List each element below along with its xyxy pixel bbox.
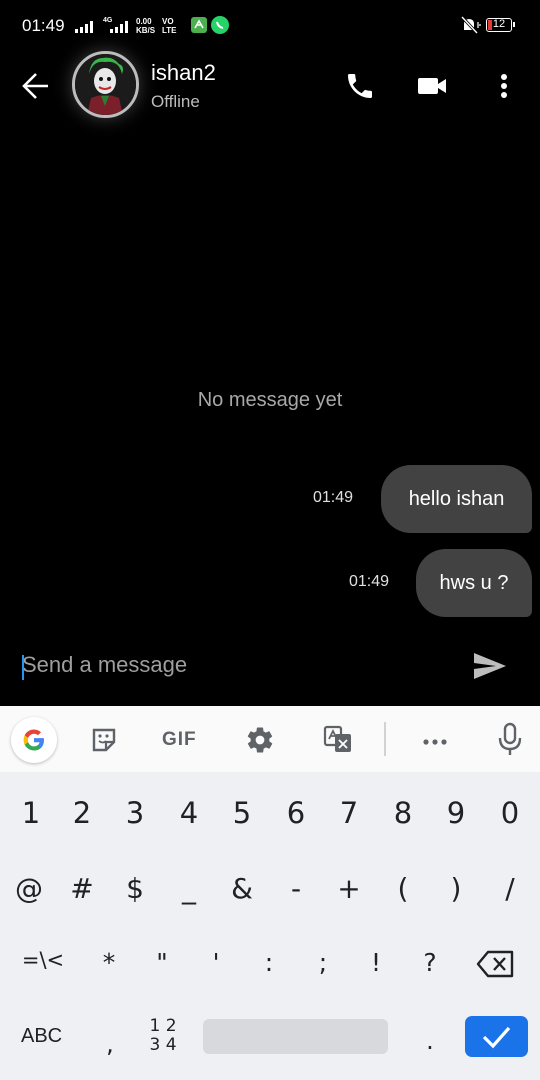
- key[interactable]: 7: [329, 796, 369, 830]
- message-text: hws u ?: [439, 571, 509, 594]
- signal-icon: [75, 20, 93, 33]
- numpad-key-top: 1 2: [149, 1016, 177, 1036]
- key[interactable]: :: [249, 948, 289, 977]
- data-speed-unit: KB/S: [136, 26, 156, 35]
- settings-gear-icon[interactable]: [245, 725, 275, 755]
- key[interactable]: *: [89, 948, 129, 977]
- key[interactable]: ): [436, 872, 476, 905]
- contact-name: ishan2: [151, 60, 216, 85]
- numpad-key-bottom: 3 4: [149, 1035, 177, 1055]
- gif-button[interactable]: GIF: [162, 729, 197, 751]
- check-icon: [482, 1026, 511, 1049]
- video-call-icon[interactable]: [415, 70, 449, 102]
- google-icon[interactable]: [11, 717, 57, 763]
- message-time: 01:49: [349, 573, 390, 590]
- message-time: 01:49: [313, 489, 354, 506]
- period-key[interactable]: .: [418, 1027, 442, 1055]
- key[interactable]: (: [383, 872, 423, 905]
- key[interactable]: #: [62, 872, 102, 905]
- toolbar-divider: [384, 722, 386, 756]
- backspace-icon[interactable]: [476, 949, 516, 979]
- phone-icon[interactable]: [344, 70, 376, 102]
- enter-key[interactable]: [465, 1016, 528, 1057]
- back-arrow-icon[interactable]: [20, 70, 52, 102]
- key[interactable]: !: [356, 948, 396, 977]
- volte-top: VO: [162, 17, 174, 26]
- battery-level: 12: [492, 18, 506, 30]
- key[interactable]: 4: [169, 796, 209, 830]
- message-input[interactable]: Send a message: [22, 652, 187, 678]
- key[interactable]: ;: [303, 948, 343, 977]
- key[interactable]: 9: [436, 796, 476, 830]
- app-notification-icon: [191, 17, 207, 33]
- signal-4g-icon: [110, 20, 128, 33]
- text-caret: [22, 655, 24, 680]
- key[interactable]: =\<: [18, 948, 68, 972]
- key[interactable]: _: [169, 872, 209, 905]
- key[interactable]: 8: [383, 796, 423, 830]
- key[interactable]: ': [196, 948, 236, 977]
- comma-key[interactable]: ,: [98, 1030, 122, 1058]
- key[interactable]: 1: [11, 796, 51, 830]
- translate-icon[interactable]: [323, 724, 353, 754]
- more-horiz-icon[interactable]: [421, 734, 449, 745]
- key[interactable]: $: [115, 872, 155, 905]
- key[interactable]: &: [222, 872, 262, 905]
- sticker-icon[interactable]: [90, 726, 118, 754]
- empty-chat-text: No message yet: [197, 389, 343, 411]
- contact-status: Offline: [151, 92, 200, 111]
- status-time: 01:49: [22, 16, 65, 35]
- data-speed-value: 0.00: [136, 17, 152, 26]
- mute-vibrate-icon: [460, 15, 482, 35]
- key[interactable]: ?: [410, 948, 450, 977]
- message-text: hello ishan: [408, 487, 505, 510]
- battery-icon: 12: [486, 18, 515, 32]
- key[interactable]: 3: [115, 796, 155, 830]
- key[interactable]: 6: [276, 796, 316, 830]
- microphone-icon[interactable]: [496, 722, 524, 756]
- avatar[interactable]: [72, 51, 139, 118]
- send-icon[interactable]: [472, 650, 508, 682]
- key[interactable]: 5: [222, 796, 262, 830]
- message-bubble[interactable]: hws u ?: [416, 549, 532, 617]
- key[interactable]: @: [9, 872, 49, 905]
- status-bar: 01:49 4G 0.00 KB/S VO LTE 12: [0, 0, 540, 52]
- abc-key[interactable]: ABC: [21, 1025, 62, 1048]
- key[interactable]: 0: [490, 796, 530, 830]
- more-vert-icon[interactable]: [494, 70, 514, 102]
- key[interactable]: -: [276, 872, 316, 905]
- volte-bottom: LTE: [162, 26, 177, 35]
- key[interactable]: ": [142, 948, 182, 977]
- whatsapp-icon: [211, 16, 229, 34]
- key[interactable]: /: [490, 872, 530, 905]
- key[interactable]: +: [329, 872, 369, 905]
- numpad-key[interactable]: 1 2 3 4: [145, 1017, 181, 1055]
- message-bubble[interactable]: hello ishan: [381, 465, 532, 533]
- key[interactable]: 2: [62, 796, 102, 830]
- space-key[interactable]: [203, 1019, 388, 1054]
